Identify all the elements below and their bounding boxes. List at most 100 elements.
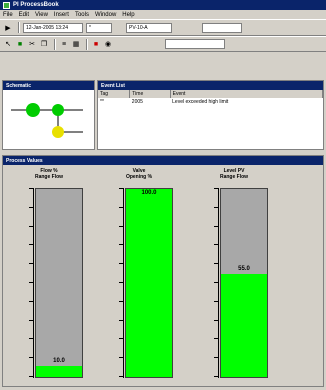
table-icon[interactable]: ▦ bbox=[71, 39, 81, 49]
meter-scale bbox=[198, 188, 219, 378]
pointer-icon[interactable]: ↖ bbox=[3, 39, 13, 49]
window-title: PI ProcessBook bbox=[13, 2, 59, 8]
toolbar-separator bbox=[18, 22, 20, 33]
schematic-title: Schematic bbox=[3, 81, 94, 90]
table-cell: Level exceeded high limit bbox=[172, 99, 229, 105]
scale-tick bbox=[214, 225, 218, 227]
app-icon bbox=[3, 1, 10, 9]
scale-tick bbox=[119, 206, 123, 208]
record-icon[interactable]: ◉ bbox=[103, 39, 113, 49]
scale-tick bbox=[214, 263, 218, 265]
table-cell: 2005 bbox=[131, 99, 143, 105]
meter-scale bbox=[103, 188, 124, 378]
meter-bar[interactable]: 100.0 bbox=[125, 188, 173, 378]
scale-tick bbox=[29, 225, 33, 227]
zoom-field[interactable] bbox=[165, 39, 225, 49]
scale-tick bbox=[119, 319, 123, 321]
scale-tick bbox=[214, 376, 218, 377]
scale-tick bbox=[119, 300, 123, 302]
scale-tick bbox=[119, 188, 123, 189]
scale-tick bbox=[214, 319, 218, 321]
scale-tick bbox=[214, 188, 218, 189]
scale-tick bbox=[119, 282, 123, 283]
meter-label: Valve Opening % bbox=[103, 168, 175, 180]
toolbar-separator bbox=[54, 38, 56, 50]
level-meter: Level PV Range Flow 55.0 bbox=[198, 166, 270, 388]
toolbar-tools: ↖ ■ ✂ ❐ ≡ ▦ ■ ◉ bbox=[0, 36, 326, 52]
meter-subtitle: Opening % bbox=[125, 174, 153, 180]
event-list-panel: Event List Tag Time Event ** 2005 Level … bbox=[97, 80, 324, 150]
process-values-title: Process Values bbox=[3, 156, 323, 165]
meter-bar[interactable]: 10.0 bbox=[35, 188, 83, 378]
scale-tick bbox=[119, 263, 123, 265]
meter-value: 100.0 bbox=[141, 190, 157, 196]
play-icon[interactable]: ▶ bbox=[3, 23, 13, 33]
value-field[interactable] bbox=[202, 22, 242, 33]
pump-icon[interactable] bbox=[26, 103, 40, 117]
cut-icon[interactable]: ✂ bbox=[27, 39, 37, 49]
tank-icon[interactable] bbox=[52, 126, 64, 138]
valve-meter: Valve Opening % 100.0 bbox=[103, 166, 175, 388]
scale-tick bbox=[214, 206, 218, 208]
scale-tick bbox=[119, 357, 123, 359]
window-titlebar: PI ProcessBook bbox=[0, 0, 326, 10]
column-header[interactable]: Event bbox=[170, 90, 324, 98]
tag-field[interactable]: PV-10-A bbox=[126, 22, 172, 33]
meter-fill bbox=[221, 273, 267, 377]
scale-tick bbox=[214, 357, 218, 359]
copy-icon[interactable]: ❐ bbox=[39, 39, 49, 49]
event-table: Tag Time Event ** 2005 Level exceeded hi… bbox=[98, 90, 324, 106]
scale-tick bbox=[119, 338, 123, 340]
scale-tick bbox=[214, 244, 218, 246]
meter-value: 55.0 bbox=[238, 265, 250, 272]
scale-tick bbox=[29, 319, 33, 321]
meter-label: Flow % Range Flow bbox=[13, 168, 85, 180]
scale-tick bbox=[119, 376, 123, 377]
schematic-panel: Schematic bbox=[2, 80, 95, 150]
meter-value: 10.0 bbox=[53, 357, 65, 364]
stop-icon[interactable]: ■ bbox=[91, 39, 101, 49]
toolbar-separator bbox=[86, 38, 88, 50]
align-icon[interactable]: ≡ bbox=[59, 39, 69, 49]
toolbar-time: ▶ 12-Jan-2005 13:24 * PV-10-A bbox=[0, 19, 326, 36]
process-values-panel: Process Values Flow % Range Flow 10.0 Va… bbox=[2, 155, 324, 387]
column-header[interactable]: Time bbox=[129, 90, 171, 98]
time-field[interactable]: 12-Jan-2005 13:24 bbox=[23, 22, 83, 33]
menu-bar: File Edit View Insert Tools Window Help bbox=[0, 10, 326, 19]
meter-bar[interactable]: 55.0 bbox=[220, 188, 268, 378]
scale-tick bbox=[29, 376, 33, 377]
scale-tick bbox=[29, 282, 33, 283]
flow-meter: Flow % Range Flow 10.0 bbox=[13, 166, 85, 388]
meter-scale bbox=[13, 188, 34, 378]
scale-tick bbox=[29, 263, 33, 265]
meter-fill bbox=[36, 365, 82, 377]
meter-label: Level PV Range Flow bbox=[198, 168, 270, 180]
menu-help[interactable]: Help bbox=[122, 12, 134, 18]
scale-tick bbox=[29, 338, 33, 340]
menu-window[interactable]: Window bbox=[95, 12, 116, 18]
meter-fill bbox=[126, 189, 172, 377]
scale-tick bbox=[214, 300, 218, 302]
meter-subtitle: Range Flow bbox=[34, 174, 64, 180]
flow-diagram bbox=[11, 103, 83, 138]
menu-tools[interactable]: Tools bbox=[75, 12, 89, 18]
scale-tick bbox=[29, 206, 33, 208]
menu-edit[interactable]: Edit bbox=[19, 12, 29, 18]
menu-view[interactable]: View bbox=[35, 12, 48, 18]
scale-tick bbox=[214, 338, 218, 340]
scale-tick bbox=[29, 244, 33, 246]
valve-icon[interactable] bbox=[52, 104, 64, 116]
interval-field[interactable]: * bbox=[86, 22, 112, 33]
column-header[interactable]: Tag bbox=[98, 90, 131, 98]
event-list-title: Event List bbox=[98, 81, 323, 90]
table-row[interactable]: ** 2005 Level exceeded high limit bbox=[98, 98, 323, 106]
scale-tick bbox=[119, 225, 123, 227]
graph-icon[interactable]: ■ bbox=[15, 39, 25, 49]
table-cell: ** bbox=[100, 99, 104, 105]
scale-tick bbox=[119, 244, 123, 246]
menu-insert[interactable]: Insert bbox=[54, 12, 69, 18]
scale-tick bbox=[214, 282, 218, 283]
menu-file[interactable]: File bbox=[3, 12, 13, 18]
scale-tick bbox=[29, 357, 33, 359]
meter-subtitle: Range Flow bbox=[219, 174, 249, 180]
